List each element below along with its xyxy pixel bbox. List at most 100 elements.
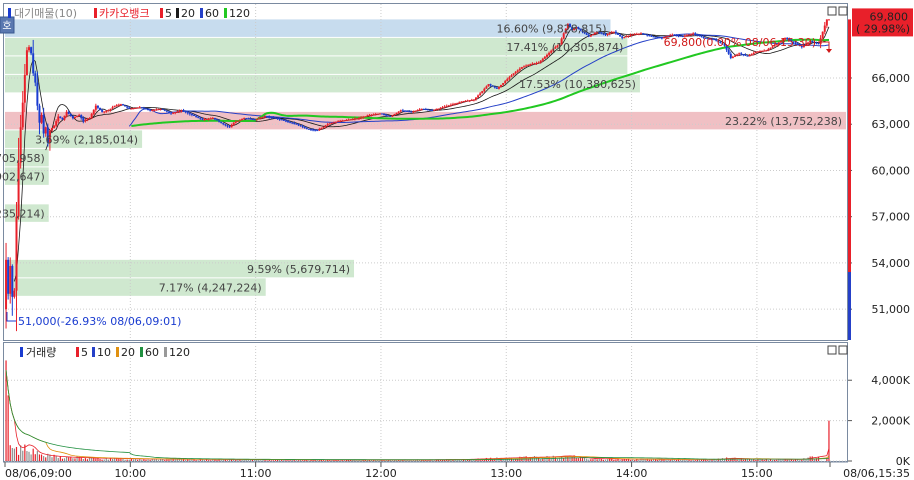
candle-body (525, 65, 528, 67)
candle-body (157, 109, 160, 111)
volume-bar (694, 460, 696, 461)
candle-body (429, 109, 432, 111)
volume-bar (680, 459, 682, 461)
volume-bar (786, 459, 788, 461)
candle-body (343, 120, 346, 122)
volume-bar (707, 460, 709, 461)
volume-bar (669, 459, 671, 461)
volume-bar (289, 460, 291, 461)
volume-bar (665, 459, 667, 461)
candle-body (332, 122, 335, 124)
candle-body (827, 19, 830, 21)
candle-body (119, 104, 122, 106)
candle-body (631, 34, 634, 36)
maximize-icon[interactable] (838, 6, 848, 16)
candle-body (211, 118, 214, 120)
candle-body (50, 128, 53, 131)
legend-ma-label: 20 (181, 7, 195, 20)
volume-bar (260, 460, 262, 461)
candle-body (312, 129, 315, 131)
candle-body (746, 55, 749, 57)
candle-body (153, 109, 156, 111)
candle-body (287, 121, 290, 123)
volume-bar (356, 460, 358, 461)
candle-body (55, 121, 58, 126)
candle-body (243, 118, 246, 120)
candle-body (101, 109, 104, 112)
candle-body (543, 56, 546, 59)
minimize-icon[interactable] (827, 345, 837, 355)
volume-bar (362, 460, 364, 461)
candle-body (514, 71, 517, 74)
candle-body (132, 108, 135, 110)
volume-bar (143, 459, 145, 461)
candle-body (278, 118, 281, 120)
price-y-axis: 51,000 54,000 57,000 60,000 63,000 66,000 (848, 72, 910, 316)
candle-body (295, 123, 298, 125)
volume-bar (149, 459, 151, 461)
candle-body (84, 120, 87, 122)
volume-bar (57, 458, 59, 461)
candle-body (629, 34, 632, 36)
candle-body (21, 102, 24, 128)
legend-volume-swatch (164, 347, 167, 357)
candle-body (284, 120, 287, 122)
volume-bar (339, 460, 341, 461)
candle-body (345, 119, 348, 121)
candle-body (255, 118, 258, 120)
candle-body (539, 60, 542, 63)
legend-volume-swatch (140, 347, 143, 357)
candle-body (220, 121, 223, 123)
volume-bar (828, 420, 830, 461)
volume-bar (767, 460, 769, 461)
volume-bar (540, 459, 542, 461)
volume-bar (736, 459, 738, 461)
volume-bar (387, 460, 389, 461)
volume-bar (742, 459, 744, 461)
volume-bar (755, 459, 757, 461)
candle-body (209, 118, 212, 120)
legend-ma-label: 5 (165, 7, 172, 20)
candle-body (264, 116, 267, 118)
volume-bar (648, 459, 650, 461)
candle-body (297, 124, 300, 126)
candle-body (161, 108, 164, 110)
volume-bar (686, 459, 688, 461)
candle-body (477, 95, 480, 98)
volume-bar (235, 459, 237, 461)
volume-bar (40, 454, 43, 461)
candle-body (535, 62, 538, 64)
candle-body (353, 118, 356, 120)
candle-body (234, 121, 237, 123)
band-label: 17.41% (10,305,874) (506, 41, 623, 54)
candle-body (61, 118, 64, 120)
candle-body (366, 115, 369, 117)
candle-body (733, 55, 736, 57)
candle-body (305, 127, 308, 129)
candle-body (25, 50, 28, 75)
volume-bar (688, 459, 690, 461)
minimize-icon[interactable] (827, 6, 837, 16)
candle-body (410, 111, 413, 113)
stock-chart: 16.60% (9,828,815) 17.41% (10,305,874) 17.… (0, 3, 913, 480)
candle-body (537, 62, 540, 64)
candle-body (76, 116, 79, 118)
maximize-icon[interactable] (838, 345, 848, 355)
candle-body (825, 19, 828, 26)
candle-body (614, 31, 617, 34)
price-tick-label: 63,000 (872, 118, 911, 131)
candle-body (817, 43, 820, 45)
candle-body (23, 74, 26, 103)
candle-body (257, 118, 260, 120)
volume-bar (253, 460, 256, 461)
candle-body (251, 118, 254, 120)
volume-bar (272, 460, 274, 461)
candle-body (483, 88, 486, 92)
side-tab-label[interactable]: 호 (2, 20, 11, 32)
volume-bar (667, 459, 669, 461)
candle-body (92, 109, 95, 114)
legend-volume-swatch (76, 347, 79, 357)
candle-body (821, 31, 824, 38)
legend-volume-title: 거래량 (26, 346, 56, 359)
candle-body (238, 119, 241, 121)
